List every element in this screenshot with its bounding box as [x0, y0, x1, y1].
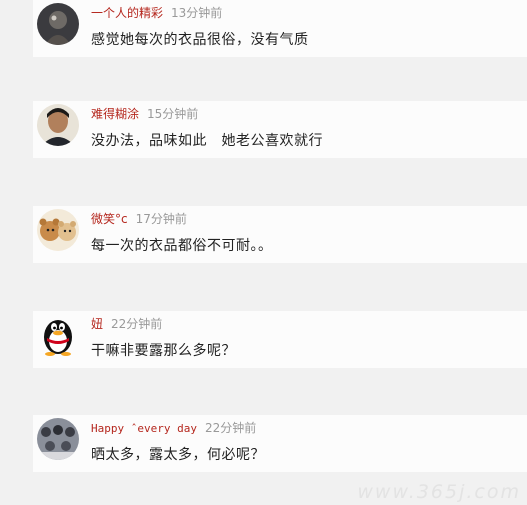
comment-item: 妞 22分钟前 干嘛非要露那么多呢？ — [33, 311, 527, 368]
timestamp: 17分钟前 — [135, 212, 187, 226]
comment-text: 每一次的衣品都俗不可耐。。 — [91, 238, 273, 254]
dark-photo-avatar-icon[interactable] — [37, 3, 79, 45]
timestamp: 22分钟前 — [111, 317, 163, 331]
comment-item: 一个人的精彩 13分钟前 感觉她每次的衣品很俗，没有气质 — [33, 0, 527, 57]
teddy-bears-avatar-icon[interactable] — [37, 209, 79, 251]
site-watermark: www.365j.com — [357, 481, 521, 503]
comment-text: 晒太多，露太多，何必呢？ — [91, 447, 265, 463]
timestamp: 22分钟前 — [204, 421, 257, 435]
man-portrait-avatar-icon[interactable] — [37, 104, 79, 146]
comment-text: 没办法，品味如此 她老公喜欢就行 — [91, 133, 323, 149]
qq-penguin-avatar-icon[interactable] — [37, 314, 79, 356]
group-photo-avatar-icon[interactable] — [37, 418, 79, 460]
comment-item: 微笑°c 17分钟前 每一次的衣品都俗不可耐。。 — [33, 206, 527, 263]
username-link[interactable]: 妞 — [91, 317, 103, 331]
username-link[interactable]: 微笑°c — [91, 212, 128, 226]
username-link[interactable]: 一个人的精彩 — [91, 6, 163, 20]
username-link[interactable]: Happy ˆevery day — [91, 422, 197, 435]
comment-item: 难得糊涂 15分钟前 没办法，品味如此 她老公喜欢就行 — [33, 101, 527, 158]
timestamp: 13分钟前 — [171, 6, 223, 20]
timestamp: 15分钟前 — [147, 107, 199, 121]
comment-text: 干嘛非要露那么多呢？ — [91, 343, 236, 359]
comment-item: Happy ˆevery day 22分钟前 晒太多，露太多，何必呢？ — [33, 415, 527, 472]
comment-text: 感觉她每次的衣品很俗，没有气质 — [91, 32, 309, 48]
username-link[interactable]: 难得糊涂 — [91, 107, 139, 121]
